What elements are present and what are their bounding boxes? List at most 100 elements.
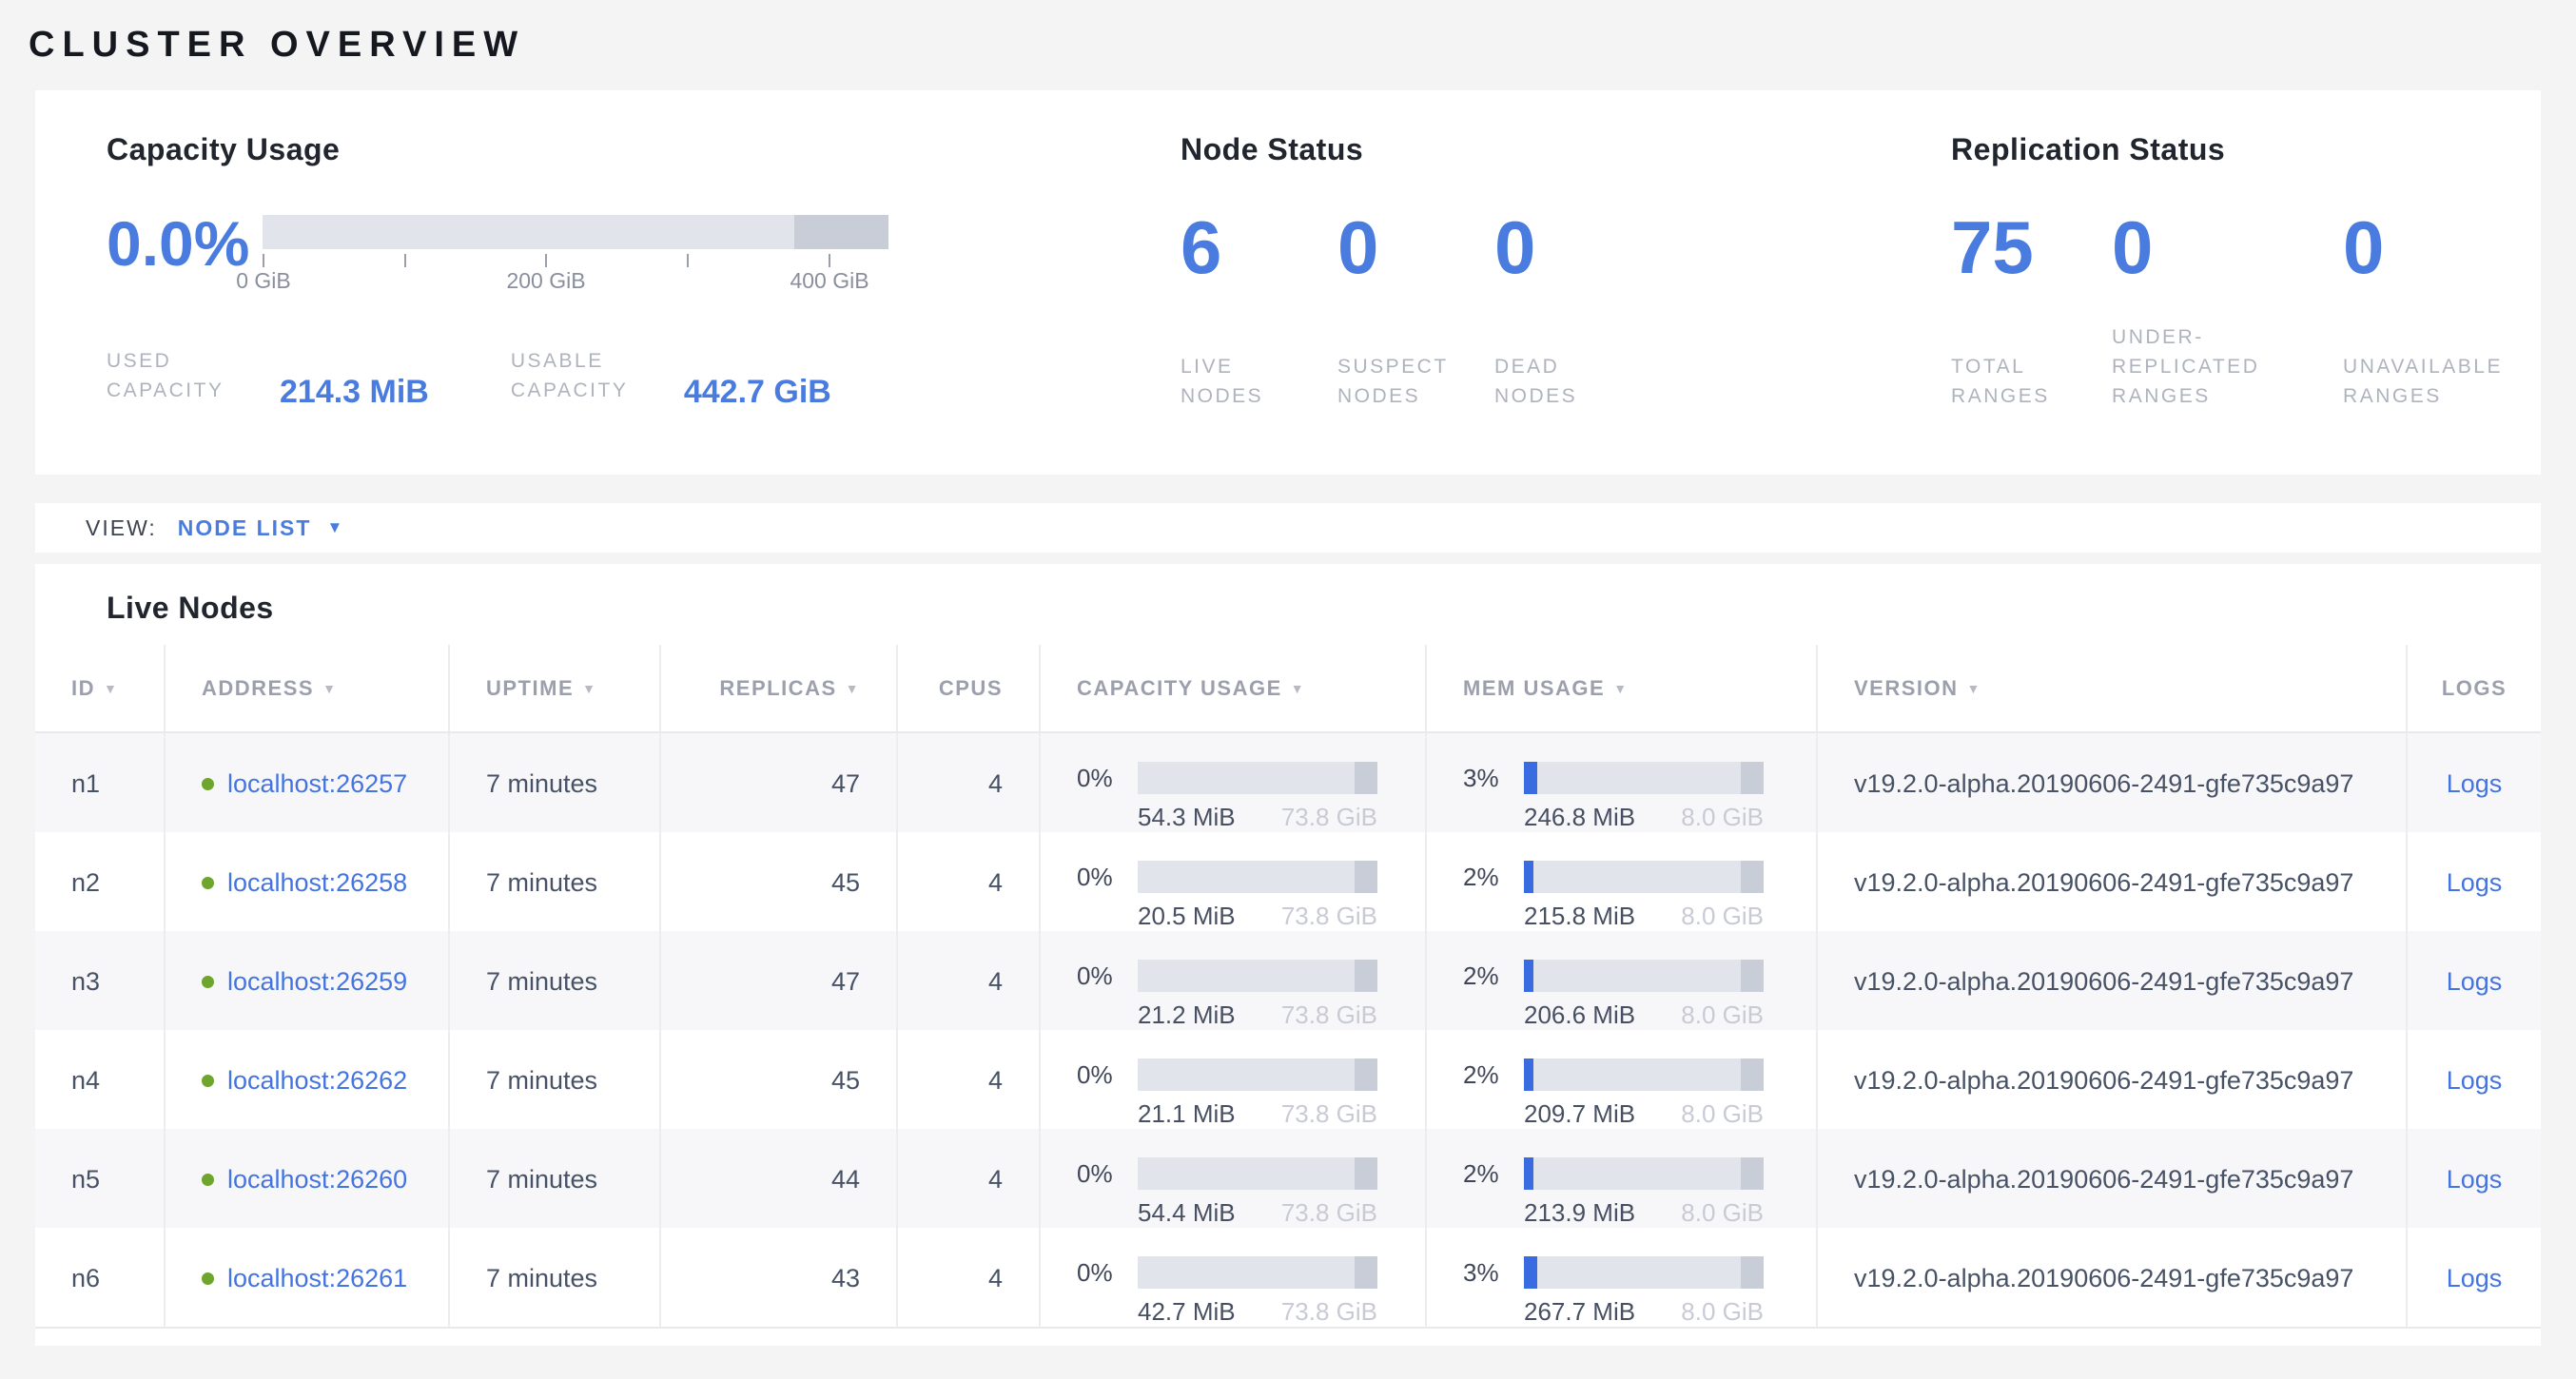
- stat-label: TOTAL: [1951, 352, 2112, 381]
- node-address-link[interactable]: localhost:26259: [227, 967, 407, 996]
- capacity-percent: 0%: [1077, 764, 1130, 793]
- live-status-dot-icon: [202, 1075, 214, 1087]
- column-header-id[interactable]: ID▼: [35, 645, 165, 732]
- capacity-bar-dark-segment: [1355, 1059, 1377, 1091]
- capacity-usage-section: Capacity Usage 0.0% 0 GiB: [107, 132, 1181, 475]
- capacity-usage-cell: 0% 20.5 MiB 73.8 GiB: [1040, 832, 1426, 931]
- used-capacity-stat: USED CAPACITY 214.3 MiB: [107, 346, 429, 405]
- stat-label: RANGES: [2112, 381, 2343, 411]
- mem-bar-dark-segment: [1741, 1256, 1764, 1289]
- axis-tick: [545, 254, 547, 267]
- logs-cell: Logs: [2407, 1228, 2541, 1328]
- view-label: VIEW:: [86, 515, 157, 541]
- axis-tick: [404, 254, 406, 267]
- capacity-usage-cell: 0% 21.2 MiB 73.8 GiB: [1040, 931, 1426, 1030]
- node-address-cell: localhost:26262: [165, 1030, 449, 1129]
- node-id-cell: n2: [35, 832, 165, 931]
- cpus-cell: 4: [897, 832, 1040, 931]
- mem-used-value: 267.7 MiB: [1524, 1297, 1635, 1327]
- mem-usage-cell: 2% 213.9 MiB 8.0 GiB: [1426, 1129, 1817, 1228]
- node-address-link[interactable]: localhost:26261: [227, 1264, 407, 1292]
- cpus-cell: 4: [897, 1129, 1040, 1228]
- column-header-capacity-usage[interactable]: CAPACITY USAGE▼: [1040, 645, 1426, 732]
- capacity-usage-bar: [1138, 861, 1377, 893]
- mem-bar-dark-segment: [1741, 861, 1764, 893]
- node-address-cell: localhost:26257: [165, 732, 449, 832]
- node-address-link[interactable]: localhost:26258: [227, 868, 407, 897]
- capacity-usage-title: Capacity Usage: [107, 132, 1181, 167]
- stat-label: CAPACITY: [511, 376, 655, 405]
- logs-link[interactable]: Logs: [2447, 769, 2503, 798]
- capacity-axis-ticks: [263, 249, 888, 268]
- mem-percent: 2%: [1463, 863, 1516, 892]
- node-id-cell: n3: [35, 931, 165, 1030]
- under-replicated-ranges-stat: 0 UNDER- REPLICATED RANGES: [2112, 209, 2343, 411]
- view-selector-dropdown[interactable]: NODE LIST ▼: [178, 515, 343, 541]
- replicas-cell: 44: [660, 1129, 897, 1228]
- live-nodes-count: 6: [1181, 209, 1337, 285]
- column-header-version[interactable]: VERSION▼: [1817, 645, 2407, 732]
- page-title: CLUSTER OVERVIEW: [0, 0, 2576, 66]
- mem-bar-dark-segment: [1741, 1059, 1764, 1091]
- capacity-percent: 0%: [1077, 961, 1130, 991]
- axis-tick: [263, 254, 264, 267]
- total-ranges-stat: 75 TOTAL RANGES: [1951, 209, 2112, 411]
- node-status-title: Node Status: [1181, 132, 1951, 167]
- stat-label: UNDER-: [2112, 322, 2343, 352]
- axis-tick: [829, 254, 830, 267]
- live-status-dot-icon: [202, 877, 214, 889]
- column-header-cpus: CPUS: [897, 645, 1040, 732]
- logs-link[interactable]: Logs: [2447, 1066, 2503, 1095]
- usable-capacity-value: 442.7 GiB: [684, 376, 831, 408]
- mem-usage-bar: [1524, 762, 1764, 794]
- node-address-cell: localhost:26261: [165, 1228, 449, 1328]
- table-row: n2 localhost:26258 7 minutes 45 4 0% 20.…: [35, 832, 2541, 931]
- version-cell: v19.2.0-alpha.20190606-2491-gfe735c9a97: [1817, 1030, 2407, 1129]
- capacity-usage-bar: [1138, 960, 1377, 992]
- stat-label: RANGES: [2343, 381, 2503, 411]
- logs-link[interactable]: Logs: [2447, 1165, 2503, 1194]
- capacity-usage-bar: [1138, 1157, 1377, 1190]
- capacity-usage-cell: 0% 21.1 MiB 73.8 GiB: [1040, 1030, 1426, 1129]
- dead-nodes-count: 0: [1494, 209, 1651, 285]
- table-row: n6 localhost:26261 7 minutes 43 4 0% 42.…: [35, 1228, 2541, 1328]
- node-address-link[interactable]: localhost:26257: [227, 769, 407, 798]
- mem-percent: 2%: [1463, 1060, 1516, 1090]
- node-address-cell: localhost:26258: [165, 832, 449, 931]
- version-cell: v19.2.0-alpha.20190606-2491-gfe735c9a97: [1817, 1129, 2407, 1228]
- mem-max-value: 8.0 GiB: [1681, 1297, 1764, 1327]
- column-header-mem-usage[interactable]: MEM USAGE▼: [1426, 645, 1817, 732]
- capacity-percent: 0%: [1077, 1159, 1130, 1189]
- logs-link[interactable]: Logs: [2447, 1264, 2503, 1292]
- mem-bar-dark-segment: [1741, 960, 1764, 992]
- node-address-link[interactable]: localhost:26260: [227, 1165, 407, 1194]
- cpus-cell: 4: [897, 1228, 1040, 1328]
- capacity-usage-bar: [1138, 1256, 1377, 1289]
- capacity-bar-dark-segment: [1355, 1256, 1377, 1289]
- capacity-usage-bar: [1138, 762, 1377, 794]
- mem-usage-cell: 2% 206.6 MiB 8.0 GiB: [1426, 931, 1817, 1030]
- unavailable-ranges-stat: 0 UNAVAILABLE RANGES: [2343, 209, 2503, 411]
- version-cell: v19.2.0-alpha.20190606-2491-gfe735c9a97: [1817, 931, 2407, 1030]
- capacity-percent: 0%: [1077, 863, 1130, 892]
- mem-usage-bar: [1524, 1256, 1764, 1289]
- sort-caret-icon: ▼: [322, 681, 337, 696]
- column-header-replicas[interactable]: REPLICAS▼: [660, 645, 897, 732]
- node-address-link[interactable]: localhost:26262: [227, 1066, 407, 1095]
- node-id-cell: n5: [35, 1129, 165, 1228]
- live-nodes-panel: Live Nodes ID▼ ADDRESS▼ UPTIME▼ REPLICAS…: [35, 564, 2541, 1346]
- mem-bar-dark-segment: [1741, 1157, 1764, 1190]
- logs-cell: Logs: [2407, 1129, 2541, 1228]
- capacity-usage-cell: 0% 54.3 MiB 73.8 GiB: [1040, 732, 1426, 832]
- logs-link[interactable]: Logs: [2447, 868, 2503, 897]
- logs-link[interactable]: Logs: [2447, 967, 2503, 996]
- stat-label: CAPACITY: [107, 376, 251, 405]
- column-header-address[interactable]: ADDRESS▼: [165, 645, 449, 732]
- capacity-used-value: 54.3 MiB: [1138, 803, 1236, 832]
- column-header-uptime[interactable]: UPTIME▼: [449, 645, 660, 732]
- capacity-max-value: 73.8 GiB: [1281, 1099, 1377, 1129]
- capacity-usage-cell: 0% 42.7 MiB 73.8 GiB: [1040, 1228, 1426, 1328]
- sort-caret-icon: ▼: [1967, 681, 1981, 696]
- capacity-bar-dark-segment: [1355, 861, 1377, 893]
- total-ranges-count: 75: [1951, 209, 2112, 285]
